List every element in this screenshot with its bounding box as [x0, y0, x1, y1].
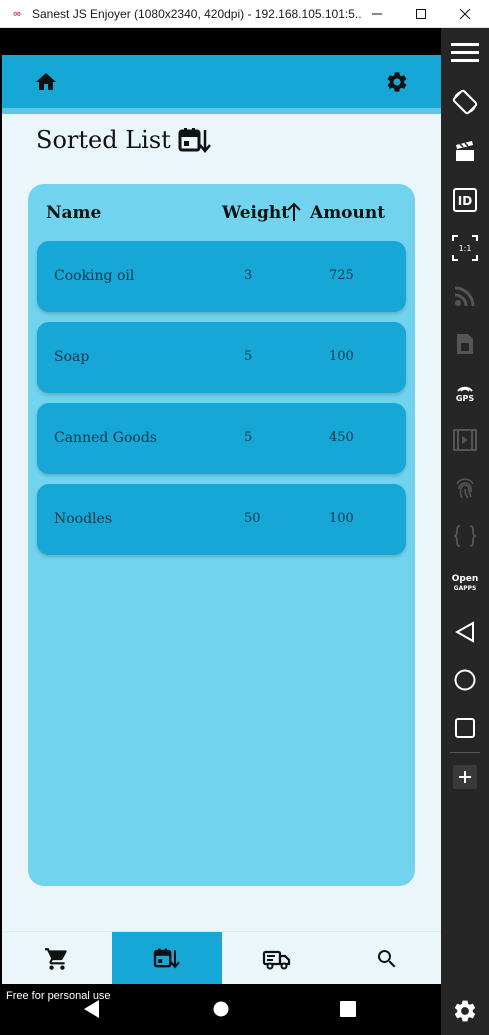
open-gapps-label-top: Open [451, 574, 479, 584]
plus-icon [453, 765, 477, 789]
open-gapps-icon: Open GAPPS [452, 575, 479, 593]
device-screen: Sorted List Name Weight Amount Cooking o… [0, 28, 441, 1035]
cart-icon [45, 947, 67, 970]
page-title: Sorted List [36, 126, 171, 154]
minimize-icon [372, 13, 382, 15]
toolbar-settings-button[interactable] [441, 993, 489, 1029]
recents-icon [455, 718, 475, 738]
toolbar-back-button[interactable] [441, 614, 489, 650]
row-amount: 100 [329, 511, 354, 526]
developer-button[interactable] [441, 518, 489, 554]
clapperboard-icon [456, 141, 474, 161]
app-logo-icon: ∞ [13, 7, 21, 20]
sim-card-icon [457, 334, 473, 354]
table-header: Name Weight Amount [28, 184, 415, 240]
row-name: Soap [54, 349, 90, 365]
nav-delivery[interactable] [222, 932, 332, 985]
window-title-bar: ∞ Sanest JS Enjoyer (1080x2340, 420dpi) … [0, 0, 489, 28]
maximize-button[interactable] [401, 0, 441, 28]
emulator-toolbar: ID 1:1 GPS Open GAPPS [441, 28, 489, 1035]
close-button[interactable] [445, 0, 485, 28]
fingerprint-button[interactable] [441, 470, 489, 506]
media-button[interactable] [441, 422, 489, 458]
row-amount: 100 [329, 349, 354, 364]
nav-sorted-list[interactable] [112, 932, 222, 985]
row-weight: 50 [244, 511, 261, 526]
id-icon: ID [453, 188, 477, 212]
gear-icon [454, 1000, 476, 1022]
menu-button[interactable] [441, 34, 489, 70]
home-button[interactable] [34, 70, 58, 94]
gps-icon: GPS [456, 382, 474, 403]
gear-icon [387, 72, 407, 92]
scale-icon: 1:1 [452, 235, 478, 261]
row-weight: 3 [244, 268, 253, 283]
table-row[interactable]: Cooking oil 3 725 [37, 241, 406, 312]
toolbar-recents-button[interactable] [441, 710, 489, 746]
open-gapps-label-bottom: GAPPS [453, 585, 477, 592]
column-header-name[interactable]: Name [46, 203, 101, 223]
settings-button[interactable] [385, 70, 409, 94]
fingerprint-icon [456, 478, 474, 499]
home-circle-icon[interactable] [213, 1001, 229, 1017]
gps-label: GPS [455, 393, 475, 403]
row-amount: 450 [329, 430, 354, 445]
main-content: Sorted List Name Weight Amount Cooking o… [2, 114, 441, 931]
status-bar [2, 28, 441, 55]
window-title: Sanest JS Enjoyer (1080x2340, 420dpi) - … [32, 6, 362, 21]
column-header-amount[interactable]: Amount [310, 203, 385, 223]
home-icon [36, 73, 56, 90]
braces-icon [453, 525, 477, 547]
rotate-icon [452, 89, 478, 115]
open-gapps-button[interactable]: Open GAPPS [441, 566, 489, 602]
close-icon [460, 9, 470, 19]
toolbar-home-button[interactable] [441, 662, 489, 698]
svg-text:ID: ID [458, 194, 472, 208]
watermark: Free for personal use [6, 990, 111, 1002]
row-weight: 5 [244, 430, 253, 445]
nav-search[interactable] [332, 932, 442, 985]
maximize-icon [416, 9, 426, 19]
menu-icon [451, 43, 479, 62]
row-name: Cooking oil [54, 268, 135, 284]
row-amount: 725 [329, 268, 354, 283]
identity-button[interactable]: ID [441, 182, 489, 218]
column-header-weight[interactable]: Weight [222, 203, 289, 223]
truck-icon [262, 950, 291, 969]
gps-button[interactable]: GPS [441, 374, 489, 410]
svg-text:1:1: 1:1 [459, 244, 472, 253]
table-row[interactable]: Soap 5 100 [37, 322, 406, 393]
bottom-navigation [2, 931, 442, 985]
sorted-list-card: Name Weight Amount Cooking oil 3 725 Soa… [28, 184, 415, 886]
network-button[interactable] [441, 278, 489, 314]
row-weight: 5 [244, 349, 253, 364]
search-icon [378, 949, 396, 967]
recents-icon[interactable] [340, 1001, 356, 1017]
calendar-sort-icon [178, 128, 211, 153]
toolbar-divider [450, 752, 480, 753]
back-icon[interactable] [84, 1000, 100, 1018]
row-name: Noodles [54, 511, 113, 527]
table-row[interactable]: Noodles 50 100 [37, 484, 406, 555]
home-circle-icon [454, 669, 476, 691]
sort-ascending-icon[interactable] [285, 201, 303, 223]
back-icon [455, 621, 474, 643]
add-button[interactable] [441, 759, 489, 795]
app-bar [2, 55, 441, 108]
rss-icon [454, 286, 475, 307]
rotate-button[interactable] [441, 84, 489, 120]
scale-button[interactable]: 1:1 [441, 230, 489, 266]
video-icon [453, 429, 477, 451]
screen-record-button[interactable] [441, 134, 489, 170]
calendar-sort-icon [153, 948, 180, 969]
table-row[interactable]: Canned Goods 5 450 [37, 403, 406, 474]
sim-button[interactable] [441, 326, 489, 362]
minimize-button[interactable] [357, 0, 397, 28]
row-name: Canned Goods [54, 430, 157, 446]
nav-cart[interactable] [2, 932, 112, 985]
